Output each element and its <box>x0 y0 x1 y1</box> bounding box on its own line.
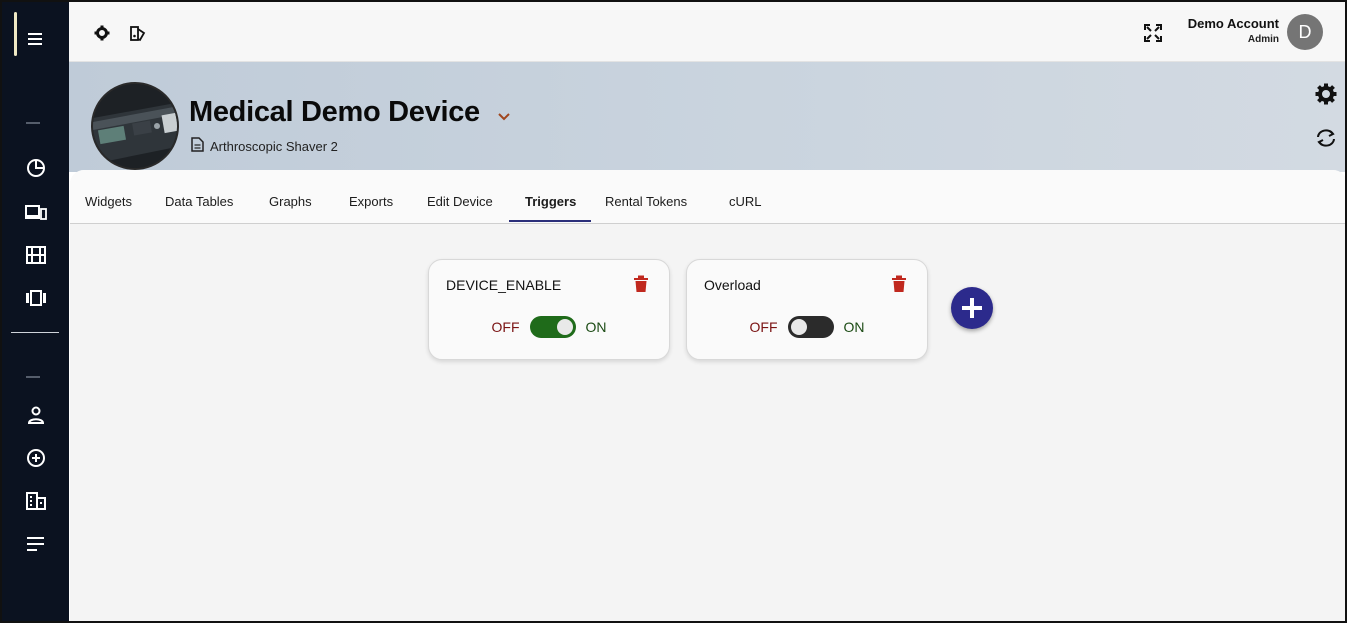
trigger-name: DEVICE_ENABLE <box>446 277 562 293</box>
trash-icon[interactable] <box>891 275 907 293</box>
tab-edit-device[interactable]: Edit Device <box>427 194 493 209</box>
trigger-toggle[interactable] <box>787 316 834 338</box>
sidebar-section-dash <box>26 376 40 378</box>
trigger-toggle-row: OFF ON <box>687 316 927 338</box>
on-label: ON <box>585 319 607 335</box>
sidebar <box>2 2 69 621</box>
active-tab-indicator <box>509 220 591 222</box>
trigger-toggle-row: OFF ON <box>429 316 669 338</box>
tab-data-tables[interactable]: Data Tables <box>165 194 233 209</box>
tab-curl[interactable]: cURL <box>729 194 762 209</box>
sidebar-divider <box>11 332 59 333</box>
carousel-icon[interactable] <box>24 286 48 310</box>
device-photo <box>91 82 179 170</box>
plus-icon <box>962 298 982 318</box>
person-icon[interactable] <box>24 403 48 427</box>
sidebar-accent-bar <box>14 12 17 56</box>
on-label: ON <box>843 319 865 335</box>
tab-rental-tokens[interactable]: Rental Tokens <box>605 194 687 209</box>
tab-triggers[interactable]: Triggers <box>525 194 576 209</box>
trigger-card: Overload OFF ON <box>686 259 928 360</box>
sync-icon[interactable] <box>1313 125 1339 151</box>
sidebar-section-dash <box>26 122 40 124</box>
devices-icon[interactable] <box>24 200 48 224</box>
sort-lines-icon[interactable] <box>24 532 48 556</box>
fullscreen-icon[interactable] <box>1142 22 1164 44</box>
app-window: Demo Account Admin D Medical Demo Device <box>0 0 1347 623</box>
film-icon[interactable] <box>24 243 48 267</box>
tab-exports[interactable]: Exports <box>349 194 393 209</box>
trigger-toggle[interactable] <box>529 316 576 338</box>
toggle-knob <box>556 319 573 335</box>
device-model: Arthroscopic Shaver 2 <box>191 137 338 155</box>
tab-graphs[interactable]: Graphs <box>269 194 312 209</box>
account-role: Admin <box>1247 34 1279 45</box>
add-trigger-button[interactable] <box>951 287 993 329</box>
trigger-name: Overload <box>704 277 761 293</box>
tab-widgets[interactable]: Widgets <box>85 194 132 209</box>
add-circle-icon[interactable] <box>24 446 48 470</box>
off-label: OFF <box>491 319 520 335</box>
trash-icon[interactable] <box>633 275 649 293</box>
content-panel: Widgets Data Tables Graphs Exports Edit … <box>70 170 1345 621</box>
device-header: Medical Demo Device Arthroscopic Shaver … <box>69 62 1345 172</box>
building-icon[interactable] <box>24 489 48 513</box>
gear-icon[interactable] <box>1313 81 1339 107</box>
avatar[interactable]: D <box>1287 14 1323 50</box>
palette-swap-icon[interactable] <box>127 22 149 44</box>
document-icon <box>191 137 204 155</box>
gear-icon[interactable] <box>91 22 113 44</box>
toggle-knob <box>790 319 807 335</box>
tab-bar: Widgets Data Tables Graphs Exports Edit … <box>70 170 1345 224</box>
device-model-label: Arthroscopic Shaver 2 <box>210 138 338 154</box>
account-info[interactable]: Demo Account Admin <box>1188 16 1279 45</box>
off-label: OFF <box>749 319 778 335</box>
trigger-card: DEVICE_ENABLE OFF ON <box>428 259 670 360</box>
top-bar: Demo Account Admin D <box>69 2 1345 62</box>
menu-icon[interactable] <box>24 27 48 51</box>
chevron-down-icon[interactable] <box>497 109 513 123</box>
account-name: Demo Account <box>1187 16 1279 31</box>
device-title: Medical Demo Device <box>189 96 480 128</box>
pie-chart-icon[interactable] <box>24 156 48 180</box>
